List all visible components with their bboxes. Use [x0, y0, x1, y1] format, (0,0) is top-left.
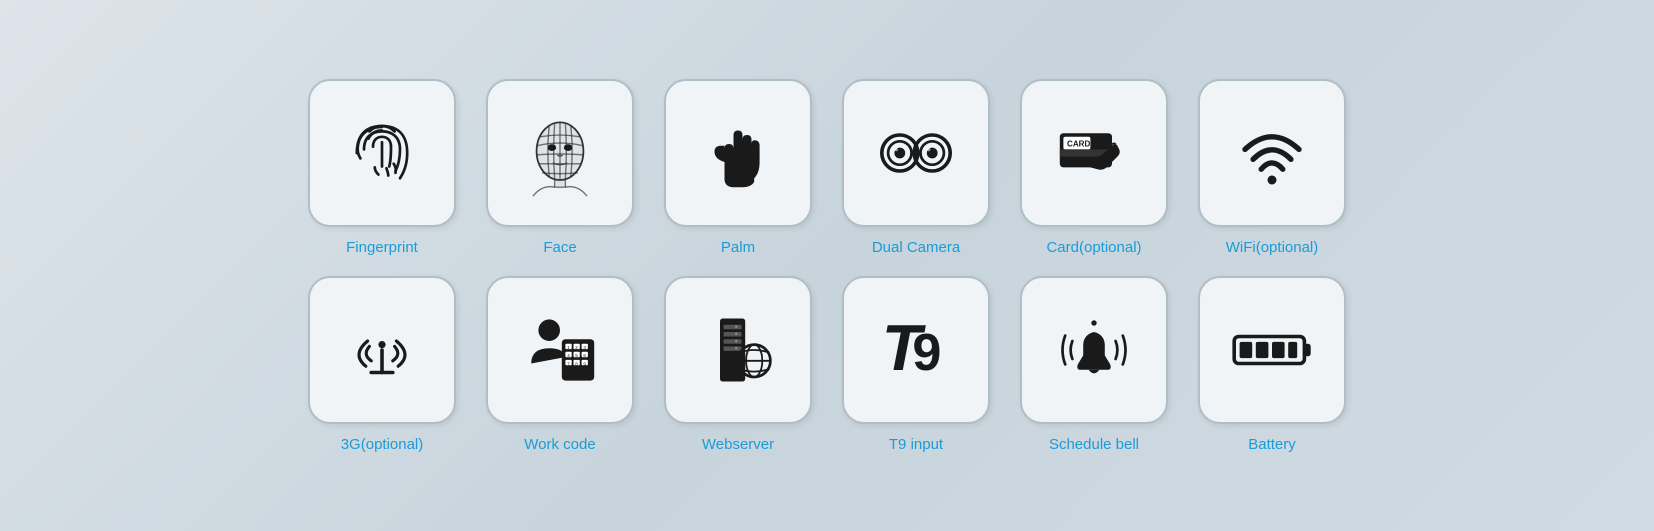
dual-camera-label: Dual Camera [872, 239, 960, 256]
icon-box-schedulebell [1020, 276, 1168, 424]
icon-box-card: CARD [1020, 79, 1168, 227]
card-icon: CARD [1049, 108, 1139, 198]
workcode-label: Work code [524, 436, 595, 453]
icon-cell-3g: 3G(optional) [308, 276, 456, 453]
3g-icon [337, 305, 427, 395]
t9input-icon: T 9 [871, 305, 961, 395]
icon-box-palm [664, 79, 812, 227]
icon-box-battery [1198, 276, 1346, 424]
icon-grid: Fingerprint [248, 49, 1406, 483]
icon-box-fingerprint [308, 79, 456, 227]
icon-cell-fingerprint: Fingerprint [308, 79, 456, 256]
icon-cell-palm: Palm [664, 79, 812, 256]
face-label: Face [543, 239, 576, 256]
3g-label: 3G(optional) [341, 436, 424, 453]
icon-box-webserver [664, 276, 812, 424]
face-icon [515, 108, 605, 198]
palm-label: Palm [721, 239, 755, 256]
icon-cell-schedulebell: Schedule bell [1020, 276, 1168, 453]
fingerprint-label: Fingerprint [346, 239, 418, 256]
battery-icon [1227, 305, 1317, 395]
t9input-label: T9 input [889, 436, 943, 453]
palm-icon [693, 108, 783, 198]
card-label: Card(optional) [1046, 239, 1141, 256]
battery-label: Battery [1248, 436, 1296, 453]
svg-text:CARD: CARD [1067, 139, 1091, 148]
svg-text:9: 9 [912, 323, 941, 381]
icon-box-face [486, 79, 634, 227]
icon-box-dual-camera [842, 79, 990, 227]
wifi-icon [1227, 108, 1317, 198]
dual-camera-icon [871, 108, 961, 198]
icon-cell-face: Face [486, 79, 634, 256]
webserver-label: Webserver [702, 436, 774, 453]
fingerprint-icon [337, 108, 427, 198]
icon-cell-wifi: WiFi(optional) [1198, 79, 1346, 256]
icon-cell-webserver: Webserver [664, 276, 812, 453]
icon-box-wifi [1198, 79, 1346, 227]
icon-box-3g [308, 276, 456, 424]
icon-cell-dual-camera: Dual Camera [842, 79, 990, 256]
icon-box-t9input: T 9 [842, 276, 990, 424]
workcode-icon: 1 2 3 4 5 6 7 8 9 [515, 305, 605, 395]
wifi-label: WiFi(optional) [1226, 239, 1319, 256]
icon-cell-workcode: 1 2 3 4 5 6 7 8 9 Work code [486, 276, 634, 453]
icon-box-workcode: 1 2 3 4 5 6 7 8 9 [486, 276, 634, 424]
icon-cell-t9input: T 9 T9 input [842, 276, 990, 453]
icon-cell-battery: Battery [1198, 276, 1346, 453]
icon-cell-card: CARD Card(optional) [1020, 79, 1168, 256]
webserver-icon [693, 305, 783, 395]
schedulebell-icon [1049, 305, 1139, 395]
schedulebell-label: Schedule bell [1049, 436, 1139, 453]
